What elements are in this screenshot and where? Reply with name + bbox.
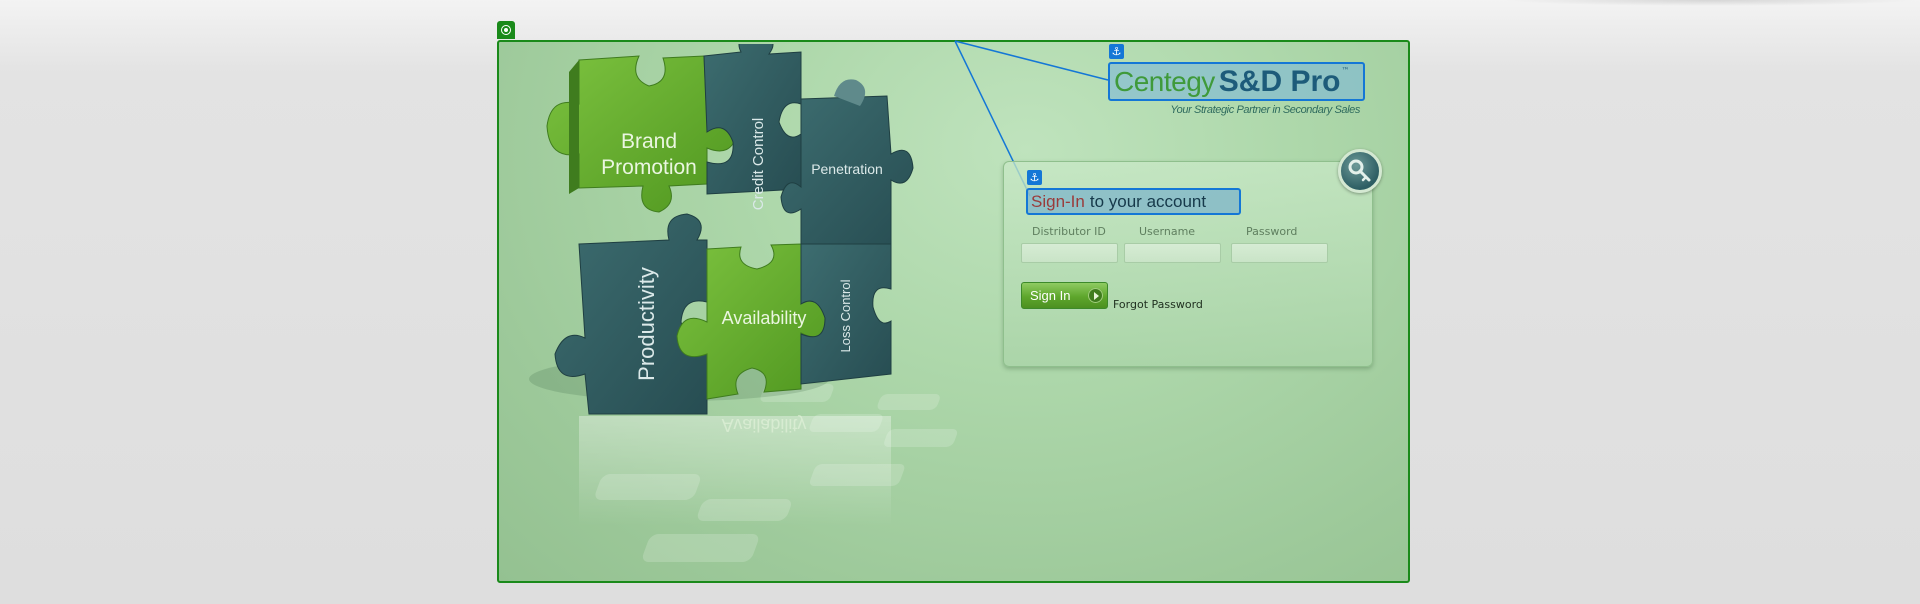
signin-heading: Sign-In to your account bbox=[1026, 188, 1241, 215]
trademark: ™ bbox=[1341, 66, 1350, 75]
frame-handle-target-icon[interactable] bbox=[497, 21, 515, 39]
sign-in-button-label: Sign In bbox=[1030, 288, 1071, 303]
piece-label-brand: Brand bbox=[621, 130, 677, 153]
reflection-label-availability: Availability bbox=[722, 415, 807, 435]
signin-heading-highlight: Sign-In bbox=[1031, 191, 1085, 211]
username-input[interactable] bbox=[1124, 243, 1221, 263]
piece-label-productivity: Productivity bbox=[634, 267, 659, 381]
distributor-id-input[interactable] bbox=[1021, 243, 1118, 263]
heading-anchor-icon[interactable]: ⚓ bbox=[1027, 170, 1042, 185]
brand-name-part2: S&D Pro bbox=[1218, 64, 1341, 98]
top-shadow bbox=[1500, 0, 1920, 6]
piece-label-loss-control: Loss Control bbox=[838, 279, 853, 352]
signin-heading-rest: to your account bbox=[1089, 191, 1207, 211]
password-label: Password bbox=[1246, 225, 1298, 238]
brand-tagline: Your Strategic Partner in Secondary Sale… bbox=[1170, 104, 1360, 116]
brand-logo: Centegy S&D Pro ™ bbox=[1108, 62, 1365, 101]
forgot-password-link[interactable]: Forgot Password bbox=[1113, 298, 1203, 311]
puzzle-graphic: Brand Promotion Credit Control Penetrati… bbox=[529, 44, 958, 562]
password-input[interactable] bbox=[1231, 243, 1328, 263]
sign-in-button[interactable]: Sign In bbox=[1021, 282, 1108, 309]
piece-label-promotion: Promotion bbox=[601, 156, 697, 179]
brand-name-part1: Centegy bbox=[1114, 65, 1215, 97]
username-label: Username bbox=[1139, 225, 1196, 238]
distributor-id-label: Distributor ID bbox=[1032, 225, 1106, 238]
piece-label-credit-control: Credit Control bbox=[750, 118, 767, 211]
piece-label-penetration: Penetration bbox=[811, 161, 883, 177]
brand-anchor-icon[interactable]: ⚓ bbox=[1109, 44, 1124, 59]
play-arrow-icon bbox=[1088, 288, 1103, 303]
piece-label-availability: Availability bbox=[722, 308, 807, 328]
key-icon bbox=[1338, 149, 1382, 193]
